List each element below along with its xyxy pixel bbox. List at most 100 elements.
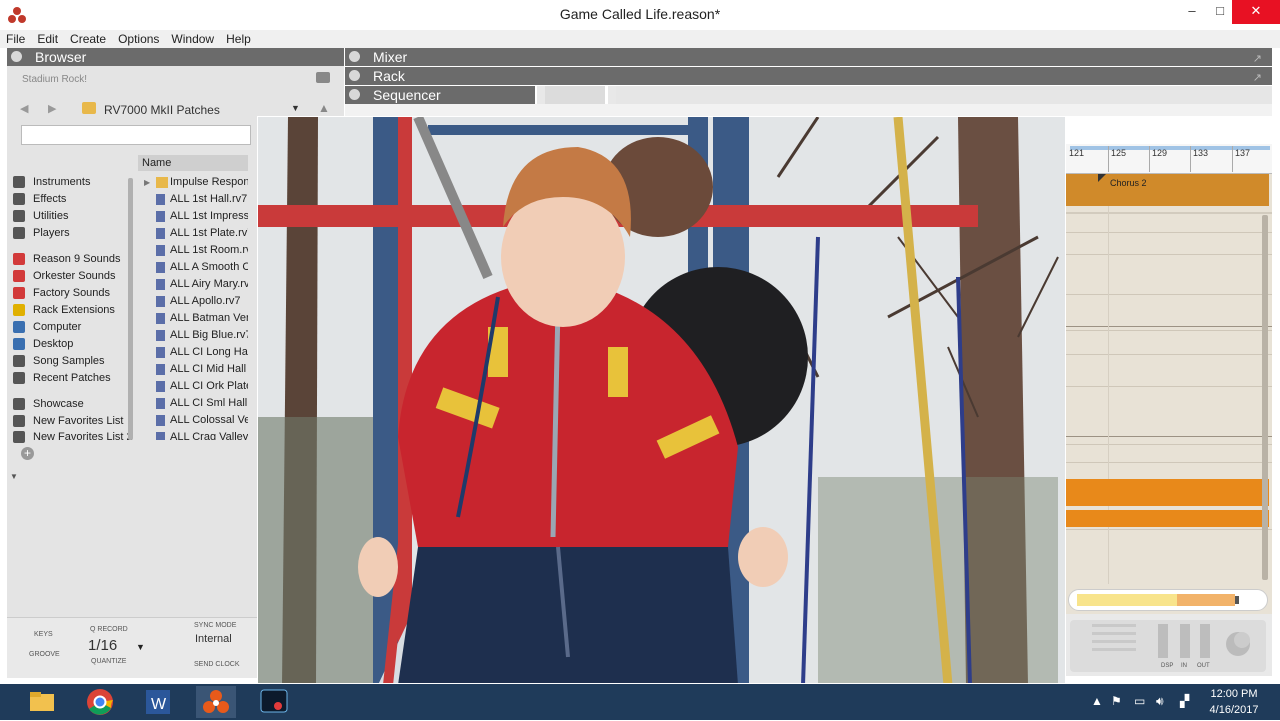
menu-window[interactable]: Window <box>165 30 220 48</box>
sidebar-item[interactable]: New Favorites List <box>10 413 130 429</box>
file-list-item[interactable]: ALL Crag Valley <box>140 429 248 440</box>
ruler-tick <box>1232 146 1233 172</box>
chevron-down-icon[interactable]: ▼ <box>291 103 300 113</box>
menu-file[interactable]: File <box>0 30 31 48</box>
clock-date[interactable]: 4/16/2017 <box>1206 704 1262 716</box>
file-list-item[interactable]: ALL 1st Impress <box>140 208 248 225</box>
sidebar-item[interactable]: Song Samples <box>10 353 130 369</box>
scroll-handle[interactable] <box>1235 596 1239 604</box>
song-part-clip[interactable] <box>1066 174 1269 206</box>
word-glyph: W <box>146 690 170 714</box>
sidebar-item[interactable]: Desktop <box>10 336 130 352</box>
browser-header[interactable]: Browser <box>7 48 344 66</box>
file-list-item[interactable]: ALL CI Long Ha <box>140 344 248 361</box>
chevron-up-icon[interactable]: ▲ <box>1091 694 1103 708</box>
showcase-star-icon <box>13 398 25 410</box>
collapse-arrow-icon[interactable]: ▼ <box>10 472 18 481</box>
reason-glyph <box>203 690 229 713</box>
sidebar-item[interactable]: New Favorites List 2 <box>10 429 133 445</box>
sidebar-item[interactable]: Showcase <box>10 396 130 412</box>
network-icon[interactable]: ▭ <box>1134 694 1145 708</box>
sidebar-item[interactable]: Reason 9 Sounds <box>10 251 130 267</box>
sidebar-item[interactable]: Effects <box>10 191 130 207</box>
file-list-item[interactable]: Impulse Respon ▶ <box>140 174 248 191</box>
groove-label[interactable]: GROOVE <box>29 651 60 658</box>
file-list-item[interactable]: ALL Batman Ver <box>140 310 248 327</box>
file-list-item[interactable]: ALL CI Mid Hall <box>140 361 248 378</box>
patch-file-icon <box>156 245 165 256</box>
file-list-item[interactable]: ALL 1st Plate.rv7 <box>140 225 248 242</box>
back-icon[interactable]: ◀ <box>20 102 28 115</box>
detach-icon[interactable]: ↗ <box>1253 69 1262 87</box>
song-samples-icon <box>13 355 25 367</box>
sidebar-item[interactable]: Players <box>10 225 130 241</box>
volume-icon[interactable]: 🔊︎ <box>1156 694 1164 709</box>
sequencer-toggle-icon[interactable] <box>349 89 360 100</box>
sidebar-item[interactable]: Utilities <box>10 208 130 224</box>
sidebar-item[interactable]: Rack Extensions <box>10 302 130 318</box>
file-explorer-icon[interactable] <box>22 686 62 718</box>
sync-mode-value[interactable]: Internal <box>195 633 232 645</box>
rack-toggle-icon[interactable] <box>349 70 360 81</box>
menu-options[interactable]: Options <box>112 30 165 48</box>
browser-toggle-icon[interactable] <box>11 51 22 62</box>
path-selector[interactable]: RV7000 MkII Patches <box>104 103 220 117</box>
sidebar-item[interactable]: Factory Sounds <box>10 285 130 301</box>
mixer-header[interactable]: Mixer ↗ <box>345 48 1272 66</box>
folder-icon[interactable] <box>316 72 330 83</box>
add-icon[interactable]: + <box>21 447 34 460</box>
rack-title: Rack <box>373 68 405 84</box>
sequencer-header[interactable]: Sequencer <box>345 86 535 104</box>
file-list-item[interactable]: ALL Airy Mary.rv <box>140 276 248 293</box>
svg-text:W: W <box>151 696 167 713</box>
q-record-label[interactable]: Q RECORD <box>90 626 128 633</box>
note-clip[interactable] <box>1066 479 1269 506</box>
forward-icon[interactable]: ▶ <box>48 102 56 115</box>
sequencer-vertical-scrollbar[interactable] <box>1262 215 1268 580</box>
mixer-toggle-icon[interactable] <box>349 51 360 62</box>
file-list-item[interactable]: ALL 1st Room.rv <box>140 242 248 259</box>
note-clip[interactable] <box>1066 510 1269 527</box>
sidebar-item-label: Recent Patches <box>33 372 111 384</box>
up-arrow-icon[interactable]: ▲ <box>318 101 330 115</box>
detach-icon[interactable]: ↗ <box>1253 50 1262 68</box>
taskbar <box>0 684 1280 720</box>
file-name: ALL CI Long Ha <box>170 346 248 358</box>
menu-create[interactable]: Create <box>64 30 112 48</box>
reason-icon[interactable] <box>196 686 236 718</box>
expand-arrow-icon[interactable]: ▶ <box>144 174 150 191</box>
file-list-item[interactable]: ALL Apollo.rv7 <box>140 293 248 310</box>
utilities-icon <box>13 210 25 222</box>
file-list-item[interactable]: ALL 1st Hall.rv7 <box>140 191 248 208</box>
clock-time[interactable]: 12:00 PM <box>1208 688 1260 700</box>
sidebar-scrollbar[interactable] <box>128 178 133 440</box>
column-header-name[interactable]: Name <box>138 155 248 171</box>
chevron-down-icon[interactable]: ▼ <box>136 642 145 652</box>
wifi-icon[interactable]: ▞ <box>1180 694 1189 708</box>
rack-header[interactable]: Rack ↗ <box>345 67 1272 85</box>
menu-help[interactable]: Help <box>220 30 257 48</box>
menu-edit[interactable]: Edit <box>31 30 64 48</box>
file-list-item[interactable]: ALL CI Ork Plate <box>140 378 248 395</box>
word-icon[interactable]: W <box>138 686 178 718</box>
chrome-icon[interactable] <box>80 686 120 718</box>
screen-recorder-icon[interactable] <box>254 686 294 718</box>
quantize-value[interactable]: 1/16 <box>88 637 117 654</box>
sidebar-item[interactable]: Orkester Sounds <box>10 268 130 284</box>
file-list-item[interactable]: ALL CI Sml Hall. <box>140 395 248 412</box>
sidebar-item[interactable]: Computer <box>10 319 130 335</box>
file-list-item[interactable]: ALL Colossal Ve <box>140 412 248 429</box>
sequencer-horizontal-scrollbar[interactable] <box>1068 589 1268 611</box>
file-list-item[interactable]: ALL A Smooth C <box>140 259 248 276</box>
file-name: ALL 1st Plate.rv7 <box>170 227 248 239</box>
close-button[interactable]: ✕ <box>1232 0 1280 24</box>
sidebar-item[interactable]: Recent Patches <box>10 370 130 386</box>
keys-label[interactable]: KEYS <box>34 631 53 638</box>
sequencer-track-area[interactable] <box>1066 144 1272 614</box>
search-input[interactable] <box>21 125 251 145</box>
ruler-tick-label: 121 <box>1069 148 1085 158</box>
flag-icon[interactable]: ⚑ <box>1111 694 1122 708</box>
send-clock-label[interactable]: SEND CLOCK <box>194 661 240 668</box>
sidebar-item[interactable]: Instruments <box>10 174 130 190</box>
file-list-item[interactable]: ALL Big Blue.rv7 <box>140 327 248 344</box>
